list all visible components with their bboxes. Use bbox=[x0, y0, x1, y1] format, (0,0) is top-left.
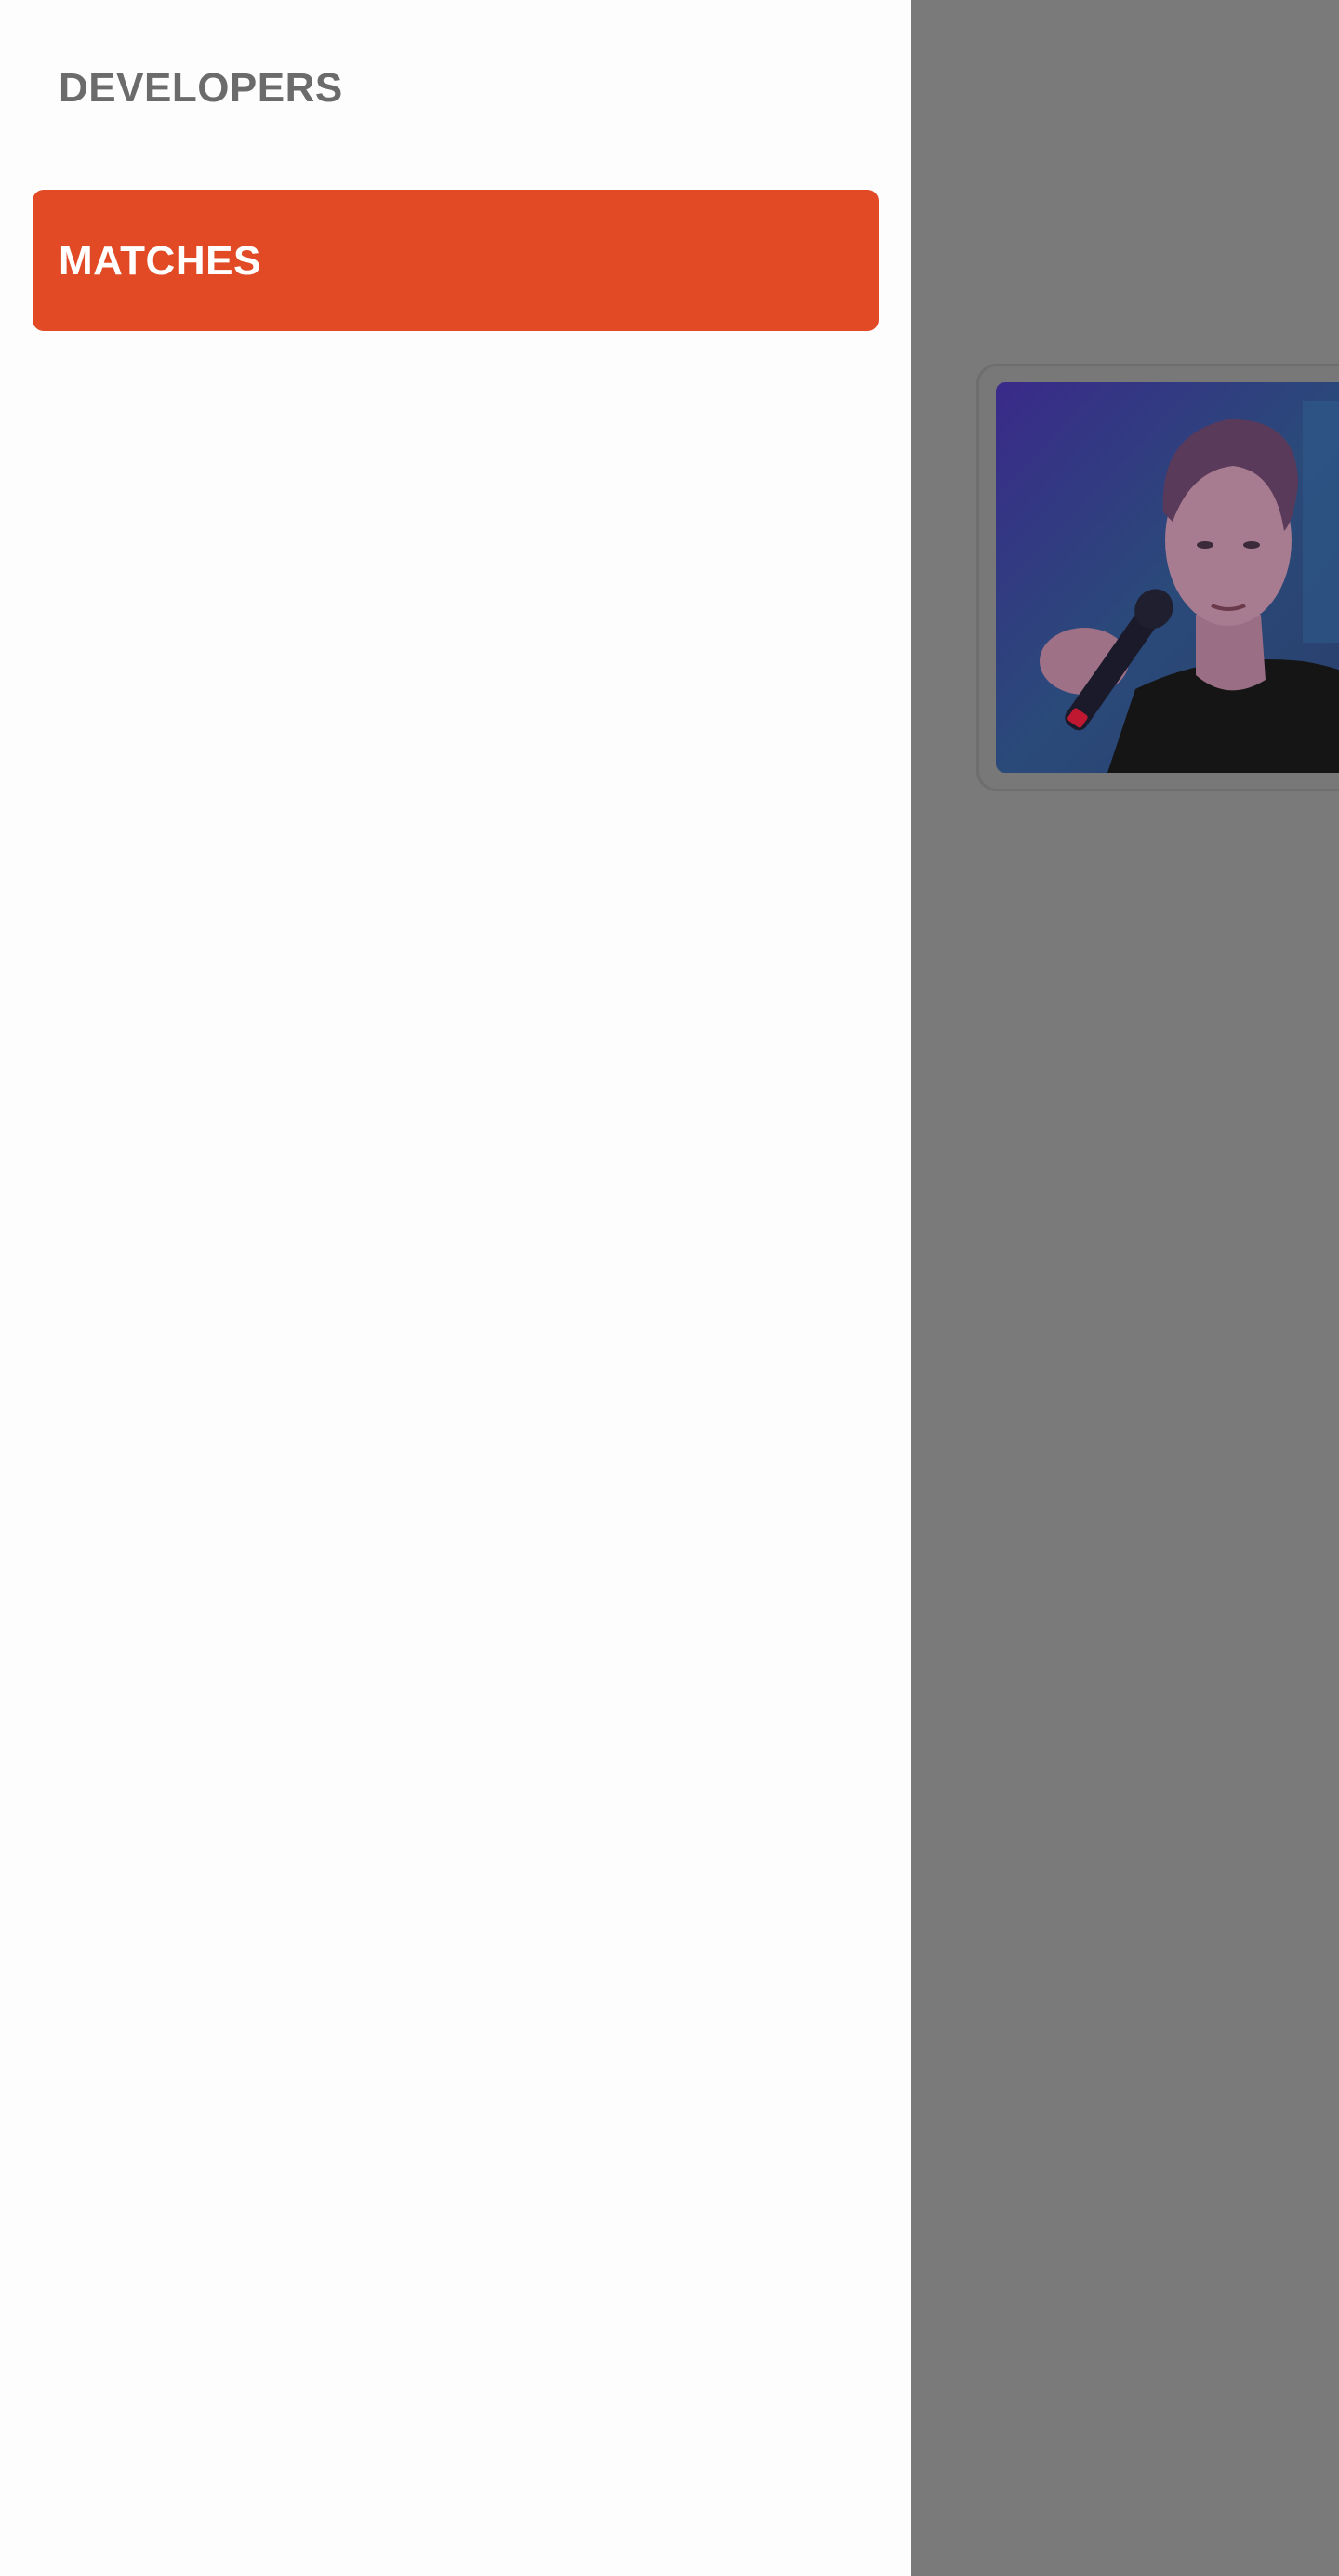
person-with-microphone-photo bbox=[996, 382, 1339, 773]
drawer-item-label: MATCHES bbox=[59, 238, 261, 284]
app-root: DEVELOPERS MATCHES bbox=[0, 0, 1339, 2576]
drawer-item-matches[interactable]: MATCHES bbox=[33, 190, 879, 331]
profile-photo[interactable] bbox=[996, 382, 1339, 773]
drawer-section-header: DEVELOPERS bbox=[59, 65, 343, 111]
navigation-drawer: DEVELOPERS MATCHES bbox=[0, 0, 911, 2576]
